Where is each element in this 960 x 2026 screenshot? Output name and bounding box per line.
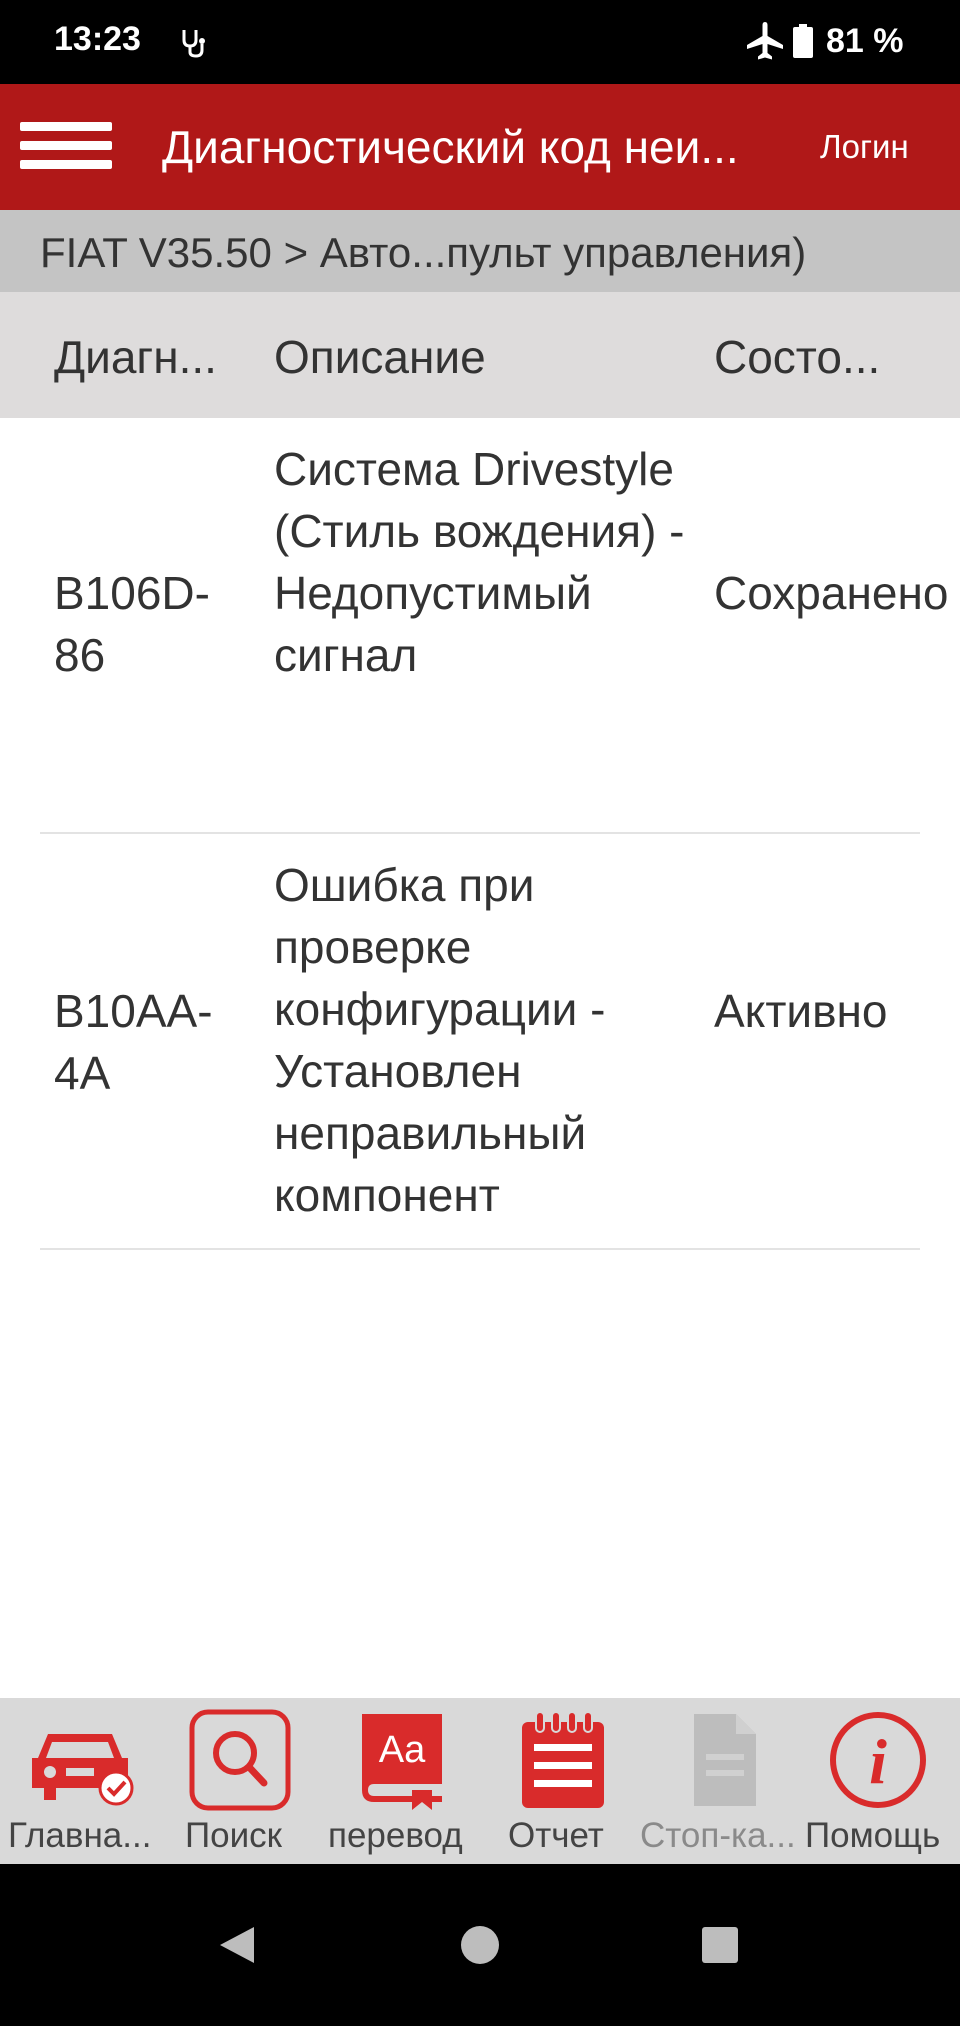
toolbar-label: Стоп-ка... bbox=[640, 1816, 796, 1855]
column-header-description: Описание bbox=[274, 331, 486, 383]
svg-text:Aa: Aa bbox=[379, 1729, 426, 1771]
hamburger-icon bbox=[20, 122, 112, 131]
column-header-code: Диагн... bbox=[54, 331, 217, 383]
toolbar-help-button[interactable]: i Помощь bbox=[800, 1698, 960, 1864]
status-bar: 13:23 81 % bbox=[0, 0, 960, 84]
login-button[interactable]: Логин bbox=[820, 128, 909, 166]
toolbar-label: Поиск bbox=[185, 1816, 282, 1855]
stethoscope-icon bbox=[182, 30, 205, 58]
home-icon[interactable] bbox=[458, 1923, 502, 1967]
svg-text:i: i bbox=[869, 1726, 887, 1797]
dtc-description: Ошибка при проверке конфигурации - Устан… bbox=[274, 859, 606, 1221]
recents-icon[interactable] bbox=[698, 1923, 742, 1967]
back-icon[interactable] bbox=[216, 1923, 260, 1967]
table-header: Диагн... Описание Состо... bbox=[0, 292, 960, 418]
screen: 13:23 81 % Диагностический код неи... Ло… bbox=[0, 0, 960, 2026]
toolbar-label: Главна... bbox=[8, 1816, 152, 1855]
bottom-toolbar: Главна... Поиск Aa перевод Отчет Стоп-ка… bbox=[0, 1698, 960, 1864]
airplane-icon bbox=[747, 22, 783, 60]
table-row[interactable]: B10AA-4A Ошибка при проверке конфигураци… bbox=[40, 834, 920, 1250]
status-time: 13:23 bbox=[54, 20, 141, 58]
report-icon bbox=[522, 1711, 604, 1808]
dtc-description: Система Drivestyle (Стиль вождения) - Не… bbox=[274, 443, 685, 681]
battery-icon bbox=[793, 24, 813, 58]
freeze-frame-icon bbox=[694, 1714, 756, 1806]
toolbar-report-button[interactable]: Отчет bbox=[480, 1698, 640, 1864]
navigation-bar bbox=[0, 1864, 960, 2026]
table-row[interactable]: B106D-86 Система Drivestyle (Стиль вожде… bbox=[40, 420, 949, 834]
dtc-state: Активно bbox=[714, 985, 888, 1037]
menu-button[interactable] bbox=[18, 114, 114, 178]
column-header-state: Состо... bbox=[714, 331, 881, 383]
dtc-code: B10AA-4A bbox=[54, 985, 213, 1099]
hamburger-icon bbox=[20, 160, 112, 169]
breadcrumb: FIAT V35.50 > Авто...пульт управления) bbox=[0, 210, 960, 292]
help-icon: i bbox=[830, 1712, 926, 1808]
breadcrumb-text: FIAT V35.50 > Авто...пульт управления) bbox=[40, 229, 807, 276]
battery-percent: 81 % bbox=[826, 22, 904, 60]
translate-icon: Aa bbox=[362, 1714, 442, 1810]
toolbar-search-button[interactable]: Поиск bbox=[160, 1698, 320, 1864]
page-title: Диагностический код неи... bbox=[162, 121, 739, 173]
dtc-state: Сохранено bbox=[714, 567, 949, 619]
search-icon bbox=[189, 1709, 291, 1811]
app-bar: Диагностический код неи... Логин bbox=[0, 84, 960, 210]
toolbar-home-button[interactable]: Главна... bbox=[0, 1698, 160, 1864]
hamburger-icon bbox=[20, 141, 112, 150]
toolbar-translate-button[interactable]: Aa перевод bbox=[320, 1698, 480, 1864]
dtc-code: B106D-86 bbox=[54, 567, 210, 681]
toolbar-label: Отчет bbox=[508, 1816, 604, 1855]
car-check-icon bbox=[32, 1734, 134, 1806]
toolbar-label: Помощь bbox=[805, 1816, 941, 1855]
toolbar-label: перевод bbox=[328, 1816, 463, 1855]
toolbar-freeze-frame-button[interactable]: Стоп-ка... bbox=[640, 1698, 800, 1864]
